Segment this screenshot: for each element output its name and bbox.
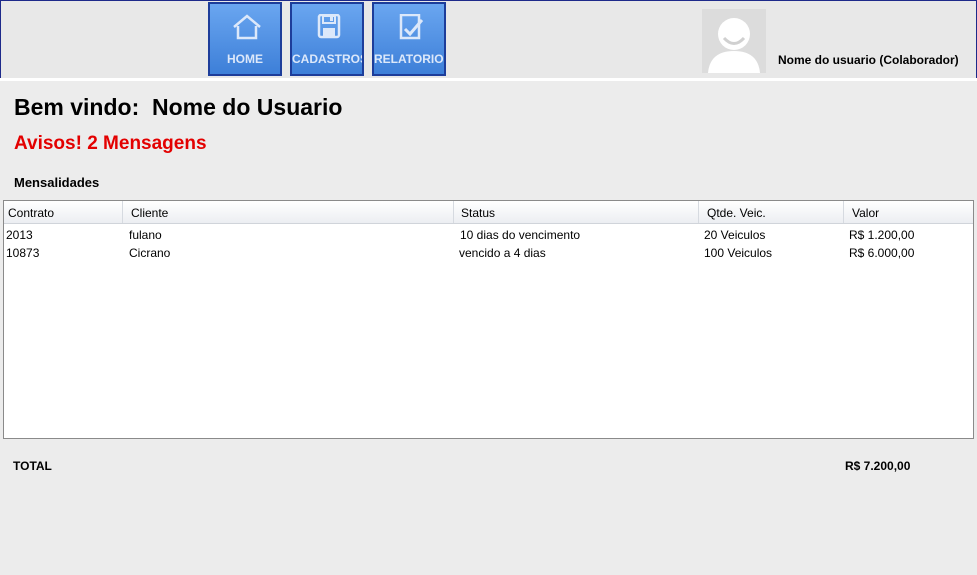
nav-relatorios-button[interactable]: RELATORIOS [372, 2, 446, 76]
welcome-heading: Bem vindo: Nome do Usuario [14, 94, 343, 120]
save-icon [292, 13, 362, 40]
table-row[interactable]: 10873 Cicrano vencido a 4 dias 100 Veicu… [4, 244, 973, 262]
mensalidades-table: Contrato Cliente Status Qtde. Veic. Valo… [3, 200, 974, 439]
report-check-icon [374, 13, 444, 40]
cell-cliente: Cicrano [129, 246, 171, 260]
nav-relatorios-label: RELATORIOS [374, 52, 444, 66]
table-header: Contrato Cliente Status Qtde. Veic. Valo… [4, 201, 973, 224]
total-label: TOTAL [13, 459, 52, 473]
user-name[interactable]: Nome do usuario (Colaborador) [778, 53, 959, 67]
cell-cliente: fulano [129, 228, 162, 242]
nav-home-button[interactable]: HOME [208, 2, 282, 76]
user-avatar-icon[interactable] [702, 9, 766, 73]
top-bar: HOME CADASTROS RELATORIOS Nome do usuari… [0, 0, 977, 79]
top-bar-divider [0, 78, 977, 81]
table-row[interactable]: 2013 fulano 10 dias do vencimento 20 Vei… [4, 226, 973, 244]
cell-qtde-veic: 20 Veiculos [704, 228, 766, 242]
column-header-cliente[interactable]: Cliente [123, 201, 454, 223]
home-icon [210, 14, 280, 40]
cell-valor: R$ 6.000,00 [849, 246, 915, 260]
column-header-valor[interactable]: Valor [844, 201, 973, 223]
column-header-status[interactable]: Status [454, 201, 699, 223]
cell-status: vencido a 4 dias [459, 246, 546, 260]
nav-home-label: HOME [227, 52, 263, 66]
cell-contrato: 2013 [6, 228, 33, 242]
cell-status: 10 dias do vencimento [460, 228, 581, 242]
column-header-contrato[interactable]: Contrato [4, 201, 123, 223]
nav-cadastros-label: CADASTROS [292, 52, 362, 66]
cell-qtde-veic: 100 Veiculos [704, 246, 773, 260]
column-header-qtde-veic[interactable]: Qtde. Veic. [699, 201, 844, 223]
cell-contrato: 10873 [6, 246, 40, 260]
section-title: Mensalidades [14, 175, 100, 190]
nav-cadastros-button[interactable]: CADASTROS [290, 2, 364, 76]
alerts-message[interactable]: Avisos! 2 Mensagens [14, 133, 207, 155]
cell-valor: R$ 1.200,00 [849, 228, 915, 242]
total-value: R$ 7.200,00 [845, 459, 911, 473]
